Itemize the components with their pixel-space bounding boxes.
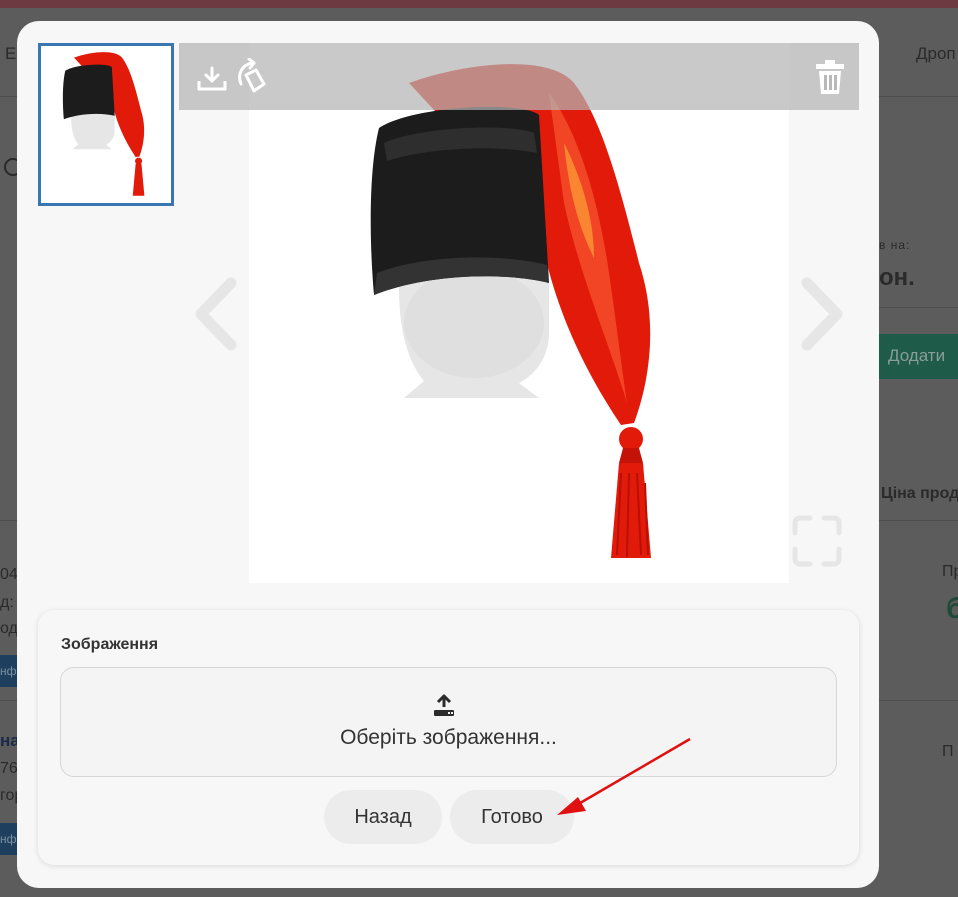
back-button[interactable]: Назад	[324, 790, 442, 844]
bg-badge: нф	[0, 655, 17, 687]
bg-divider	[0, 520, 17, 521]
chevron-left-icon[interactable]	[191, 277, 239, 351]
page-top-strip	[0, 0, 958, 8]
bg-row-text: 76	[0, 760, 18, 777]
image-toolbar	[179, 43, 859, 110]
upload-icon	[434, 694, 454, 716]
bg-divider	[879, 520, 958, 521]
bg-row-text: Пр	[942, 563, 958, 580]
bg-add-button: Додати	[879, 334, 958, 379]
image-upload-panel: Зображення Оберіть зображення... Назад Г…	[38, 610, 859, 865]
rotate-icon[interactable]	[236, 58, 268, 96]
bg-row-text: П	[942, 743, 954, 760]
bg-divider	[879, 96, 958, 97]
hat-thumbnail-image	[41, 46, 171, 203]
image-viewer	[179, 43, 859, 583]
fullscreen-icon[interactable]	[791, 515, 843, 567]
bg-price-caption: в на:	[879, 238, 911, 252]
bg-divider	[879, 307, 958, 308]
panel-title: Зображення	[61, 636, 159, 653]
download-icon[interactable]	[195, 65, 229, 93]
product-photo	[249, 43, 789, 583]
hat-image	[249, 43, 789, 583]
bg-price-value: он.	[879, 264, 915, 291]
bg-row-value: б	[946, 592, 958, 625]
upload-label: Оберіть зображення...	[340, 726, 557, 749]
bg-nav-item: Е	[5, 44, 17, 63]
bg-divider	[0, 700, 17, 701]
chevron-right-icon[interactable]	[799, 277, 847, 351]
done-button[interactable]: Готово	[450, 790, 574, 844]
image-upload-dropzone[interactable]: Оберіть зображення...	[60, 667, 837, 777]
bg-divider	[879, 700, 958, 701]
bg-divider	[0, 96, 17, 97]
bg-price-header: Ціна прод	[881, 485, 958, 502]
bg-nav-item-drop: Дроп	[916, 44, 956, 63]
image-editor-modal: Зображення Оберіть зображення... Назад Г…	[17, 21, 879, 888]
trash-icon[interactable]	[814, 58, 846, 96]
bg-badge: нф	[0, 823, 17, 855]
image-thumbnail[interactable]	[38, 43, 174, 206]
bg-row-text: 04	[0, 566, 18, 583]
